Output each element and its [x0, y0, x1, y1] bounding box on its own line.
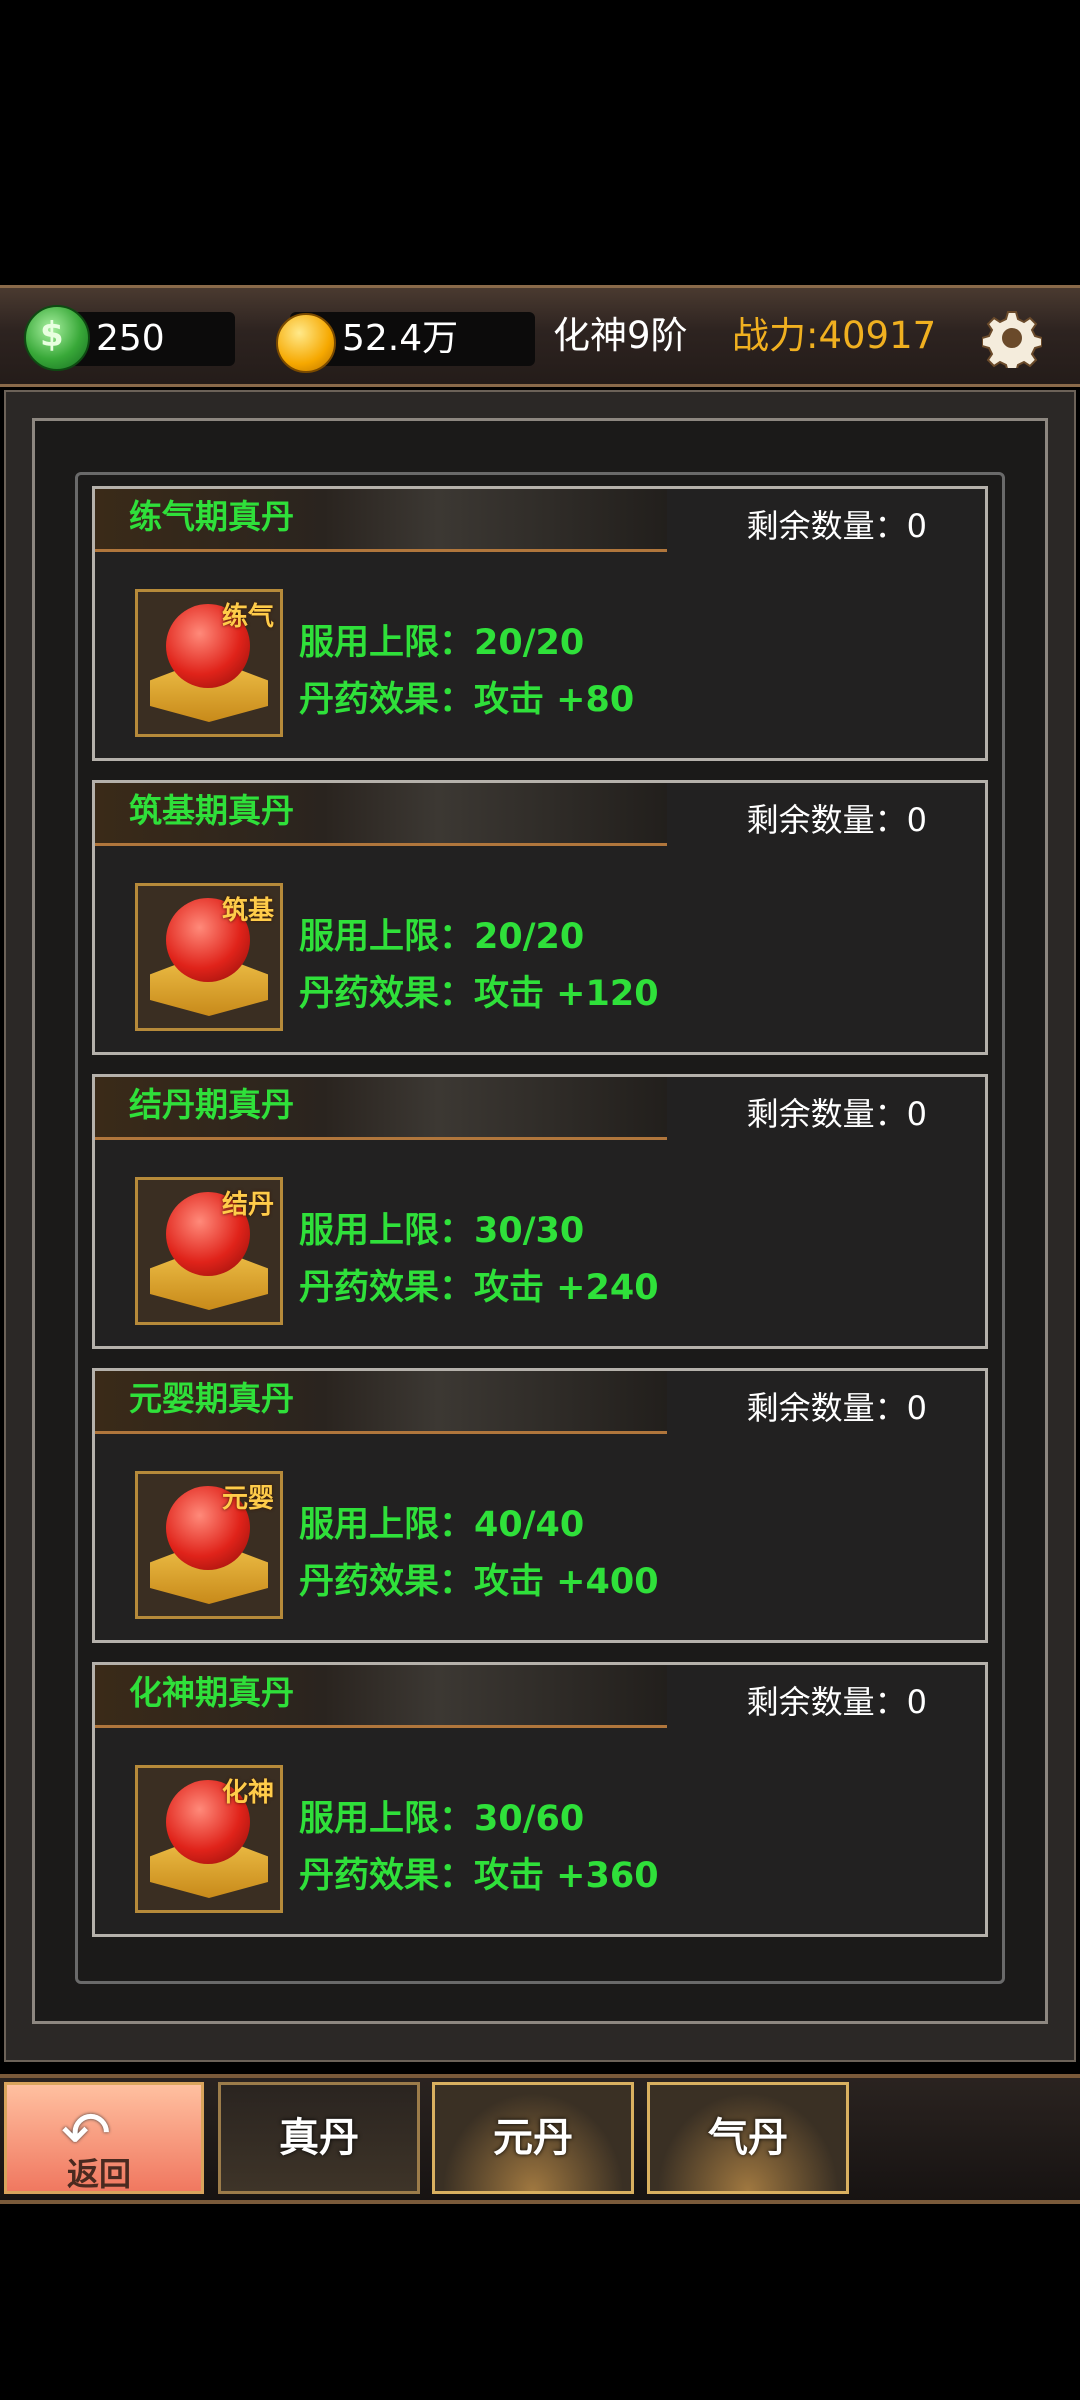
card-header: 练气期真丹	[95, 489, 667, 552]
pill-effect: 丹药效果：攻击 +240	[299, 1268, 659, 1308]
tab-label: 真丹	[279, 2115, 359, 2161]
pill-title: 化神期真丹	[129, 1673, 294, 1712]
jade-gem-icon: $	[24, 305, 90, 371]
pill-tag: 结丹	[221, 1190, 274, 1220]
pill-icon[interactable]: 化神	[135, 1765, 283, 1913]
remaining-count: 剩余数量：0	[746, 801, 927, 839]
gold-coin-icon	[276, 313, 336, 373]
pill-card[interactable]: 筑基期真丹 剩余数量：0 筑基 服用上限：20/20 丹药效果：攻击 +120	[92, 780, 988, 1055]
pill-tag: 元婴	[221, 1484, 274, 1514]
pill-effect: 丹药效果：攻击 +80	[299, 680, 635, 720]
remaining-count: 剩余数量：0	[746, 1683, 927, 1721]
pill-title: 练气期真丹	[129, 497, 294, 536]
pill-effect: 丹药效果：攻击 +360	[299, 1856, 659, 1896]
gold-amount: 52.4万	[342, 318, 459, 359]
pill-effect: 丹药效果：攻击 +120	[299, 974, 659, 1014]
back-button[interactable]: ↶ 返回	[4, 2082, 204, 2194]
pill-title: 结丹期真丹	[129, 1085, 294, 1124]
tab-label: 元丹	[493, 2115, 573, 2161]
combat-power: 战力:40917	[732, 314, 937, 357]
card-header: 元婴期真丹	[95, 1371, 667, 1434]
tab-label: 气丹	[708, 2115, 788, 2161]
remaining-count: 剩余数量：0	[746, 1095, 927, 1133]
pill-card[interactable]: 练气期真丹 剩余数量：0 练气 服用上限：20/20 丹药效果：攻击 +80	[92, 486, 988, 761]
back-label: 返回	[67, 2155, 132, 2193]
dose-limit: 服用上限：30/60	[299, 1799, 585, 1839]
pill-icon[interactable]: 练气	[135, 589, 283, 737]
pill-icon[interactable]: 筑基	[135, 883, 283, 1031]
tab-yuandan[interactable]: 元丹	[432, 2082, 634, 2194]
card-header: 结丹期真丹	[95, 1077, 667, 1140]
pill-icon[interactable]: 元婴	[135, 1471, 283, 1619]
pill-effect: 丹药效果：攻击 +400	[299, 1562, 659, 1602]
dose-limit: 服用上限：40/40	[299, 1505, 585, 1545]
dose-limit: 服用上限：20/20	[299, 917, 585, 957]
tab-zhendan[interactable]: 真丹	[218, 2082, 420, 2194]
pill-card[interactable]: 元婴期真丹 剩余数量：0 元婴 服用上限：40/40 丹药效果：攻击 +400	[92, 1368, 988, 1643]
card-header: 化神期真丹	[95, 1665, 667, 1728]
pill-card[interactable]: 化神期真丹 剩余数量：0 化神 服用上限：30/60 丹药效果：攻击 +360	[92, 1662, 988, 1937]
pill-title: 筑基期真丹	[129, 791, 294, 830]
dose-limit: 服用上限：20/20	[299, 623, 585, 663]
gear-icon[interactable]	[982, 308, 1042, 368]
pill-card[interactable]: 结丹期真丹 剩余数量：0 结丹 服用上限：30/30 丹药效果：攻击 +240	[92, 1074, 988, 1349]
pill-tag: 筑基	[221, 896, 274, 926]
realm-level: 化神9阶	[553, 314, 688, 357]
card-header: 筑基期真丹	[95, 783, 667, 846]
pill-tag: 化神	[221, 1778, 274, 1808]
dose-limit: 服用上限：30/30	[299, 1211, 585, 1251]
pill-tag: 练气	[221, 602, 274, 632]
pill-icon[interactable]: 结丹	[135, 1177, 283, 1325]
jade-count: 250	[96, 318, 165, 359]
pill-title: 元婴期真丹	[129, 1379, 294, 1418]
top-resource-bar: 250 52.4万 $ 化神9阶 战力:40917	[0, 285, 1080, 387]
remaining-count: 剩余数量：0	[746, 1389, 927, 1427]
tab-qidan[interactable]: 气丹	[647, 2082, 849, 2194]
remaining-count: 剩余数量：0	[746, 507, 927, 545]
